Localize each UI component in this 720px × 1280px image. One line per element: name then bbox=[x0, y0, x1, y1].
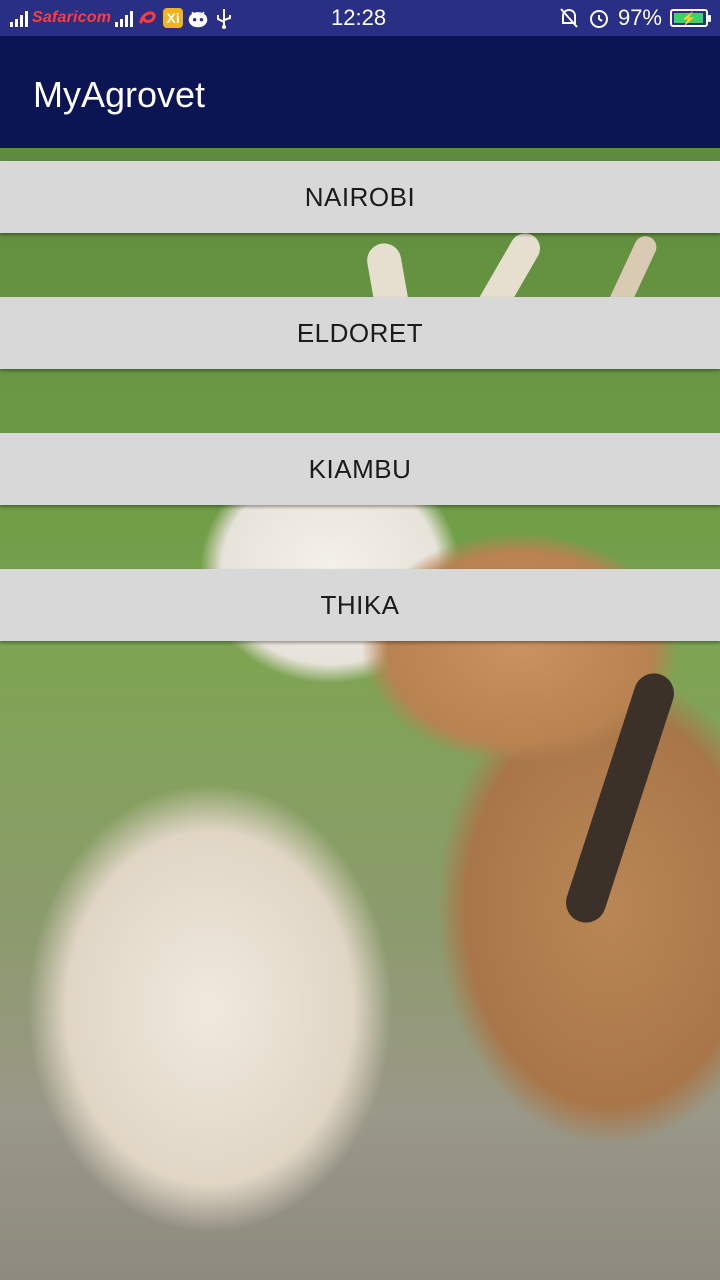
airtel-icon bbox=[137, 7, 159, 29]
alarm-icon bbox=[588, 7, 610, 29]
app-title: MyAgrovet bbox=[33, 74, 206, 115]
signal-icon bbox=[10, 9, 28, 27]
status-bar: Safaricom Xi 12:28 97% ⚡ bbox=[0, 0, 720, 36]
battery-charging-icon: ⚡ bbox=[670, 9, 711, 27]
eldoret-button[interactable]: ELDORET bbox=[0, 297, 720, 369]
silent-icon bbox=[558, 7, 580, 29]
clock: 12:28 bbox=[331, 5, 387, 30]
status-left-icons: Safaricom Xi bbox=[10, 4, 235, 32]
android-icon bbox=[187, 7, 209, 29]
xiaomi-icon: Xi bbox=[163, 8, 184, 28]
thika-button[interactable]: THIKA bbox=[0, 569, 720, 641]
signal-icon-2 bbox=[115, 9, 134, 27]
carrier-label: Safaricom bbox=[32, 9, 112, 26]
status-right-icons: 97% ⚡ bbox=[558, 4, 711, 32]
kiambu-button[interactable]: KIAMBU bbox=[0, 433, 720, 505]
nairobi-button[interactable]: NAIROBI bbox=[0, 161, 720, 233]
battery-percent: 97% bbox=[617, 5, 662, 30]
goat-collar bbox=[560, 668, 680, 928]
usb-icon bbox=[213, 7, 235, 29]
app-bar: MyAgrovet bbox=[0, 36, 720, 148]
